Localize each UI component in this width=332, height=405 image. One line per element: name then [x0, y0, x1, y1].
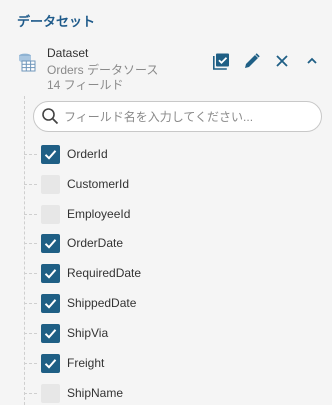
tree-connector	[24, 362, 37, 364]
field-checkbox[interactable]	[41, 383, 60, 403]
field-label: ShipVia	[67, 326, 109, 340]
tree-connector	[24, 302, 37, 304]
dataset-field-count: 14 フィールド	[47, 78, 124, 92]
field-checkbox[interactable]	[41, 263, 60, 283]
field-row[interactable]: RequiredDate	[24, 263, 314, 283]
check-icon	[44, 358, 57, 369]
field-label: RequiredDate	[67, 266, 142, 280]
field-checkbox[interactable]	[41, 353, 60, 373]
checklist-icon[interactable]	[212, 52, 230, 70]
field-label: ShippedDate	[67, 296, 137, 310]
check-icon	[44, 268, 57, 279]
check-icon	[44, 149, 57, 160]
check-icon	[44, 328, 57, 339]
database-table-icon	[17, 52, 37, 72]
field-row[interactable]: ShipVia	[24, 323, 314, 343]
field-checkbox[interactable]	[41, 293, 60, 313]
field-search-box[interactable]	[33, 101, 322, 132]
field-checkbox[interactable]	[41, 144, 60, 164]
tree-connector	[24, 272, 37, 274]
field-checkbox[interactable]	[41, 174, 60, 194]
close-icon[interactable]	[273, 52, 291, 70]
field-row[interactable]: EmployeeId	[24, 204, 314, 224]
tree-connector	[24, 153, 37, 155]
field-row[interactable]: OrderId	[24, 144, 314, 164]
tree-connector	[24, 213, 37, 215]
check-icon	[44, 238, 57, 249]
field-checkbox[interactable]	[41, 323, 60, 343]
tree-connector	[24, 392, 37, 394]
field-row[interactable]: OrderDate	[24, 233, 314, 253]
field-label: EmployeeId	[67, 207, 131, 221]
tree-connector	[24, 242, 37, 244]
section-title: データセット	[17, 14, 96, 29]
field-label: Freight	[67, 356, 105, 370]
field-checkbox[interactable]	[41, 233, 60, 253]
dataset-name: Dataset	[47, 46, 89, 60]
tree-connector	[24, 183, 37, 185]
field-row[interactable]: Freight	[24, 353, 314, 373]
field-label: CustomerId	[67, 177, 130, 191]
field-checkbox[interactable]	[41, 204, 60, 224]
field-label: OrderDate	[67, 236, 124, 250]
field-search-input[interactable]	[64, 108, 314, 126]
field-row[interactable]: CustomerId	[24, 174, 314, 194]
chevron-up-icon[interactable]	[303, 52, 321, 70]
dataset-panel: データセット Dataset Orders データソース 14 フィールド フィ…	[0, 0, 332, 405]
search-icon	[41, 107, 59, 125]
tree-connector	[24, 332, 37, 334]
field-row[interactable]: ShipName	[24, 383, 314, 403]
check-icon	[44, 298, 57, 309]
pencil-icon[interactable]	[243, 52, 261, 70]
field-label: ShipName	[67, 386, 124, 400]
field-row[interactable]: ShippedDate	[24, 293, 314, 313]
field-label: OrderId	[67, 147, 108, 161]
